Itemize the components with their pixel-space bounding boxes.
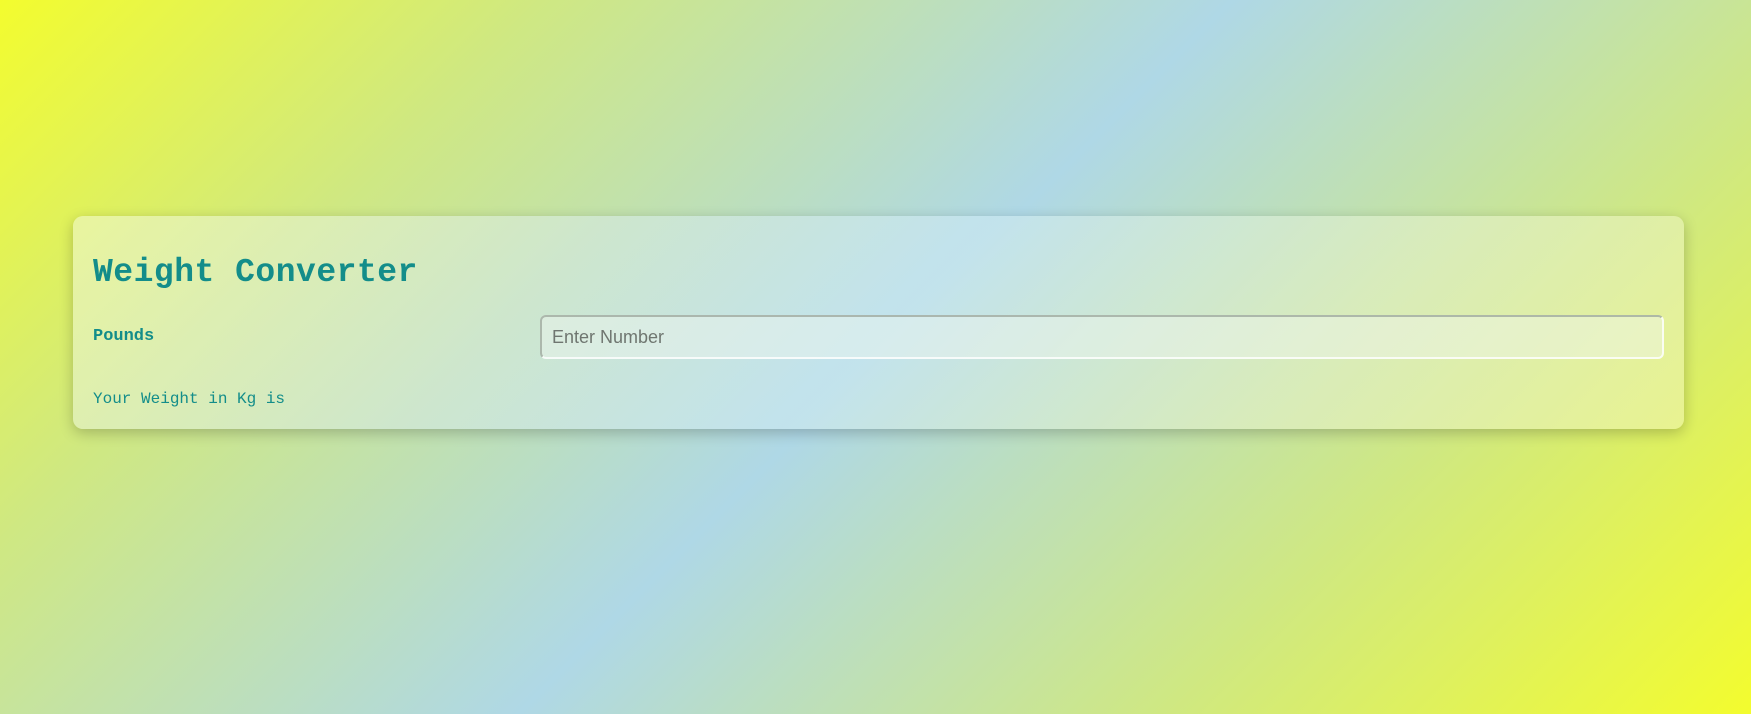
pounds-input[interactable]	[540, 315, 1664, 359]
pounds-input-row: Pounds	[93, 315, 1664, 359]
pounds-label: Pounds	[93, 327, 155, 346]
result-text: Your Weight in Kg is	[93, 390, 286, 408]
converter-card: Weight Converter Pounds Your Weight in K…	[73, 216, 1684, 429]
page-title: Weight Converter	[93, 254, 418, 291]
